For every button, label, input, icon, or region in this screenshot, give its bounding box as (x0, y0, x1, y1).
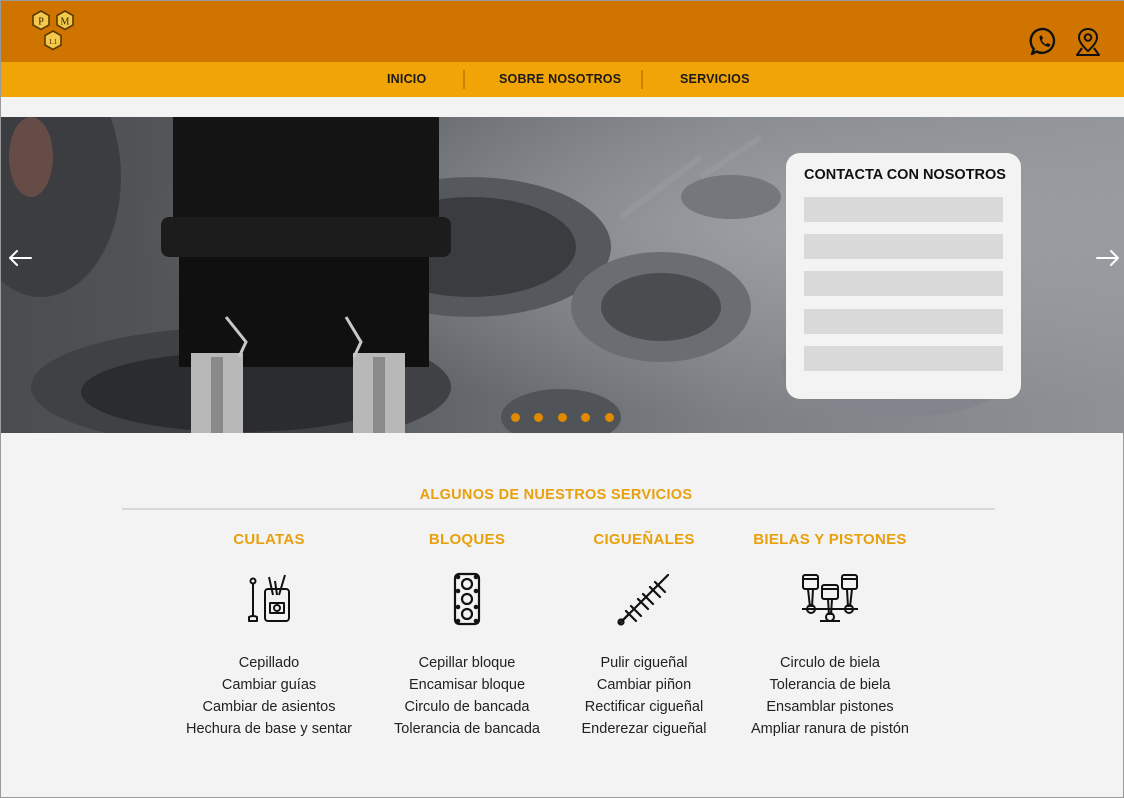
nav-divider (641, 70, 643, 89)
list-item: Tolerancia de bancada (394, 721, 540, 737)
logo-number: 1.1 (49, 38, 58, 46)
service-column-bielas-pistones: BIELAS Y PISTONES Circulo de biela Toler… (730, 531, 930, 740)
contact-field-1[interactable] (804, 197, 1003, 222)
list-item: Cambiar guías (221, 677, 317, 693)
nav-item-sobre-nosotros[interactable]: SOBRE NOSOTROS (499, 62, 621, 97)
contact-form-card: CONTACTA CON NOSOTROS (786, 153, 1021, 399)
contact-form-title: CONTACTA CON NOSOTROS (804, 167, 1006, 183)
service-column-culatas: CULATAS Cepillado Cambiar guías Cambiar … (169, 531, 369, 740)
nav-spacer (1, 97, 1124, 117)
list-item: Circulo de bancada (404, 699, 530, 715)
service-list: Cepillado Cambiar guías Cambiar de asien… (169, 652, 369, 740)
carousel-dot[interactable] (558, 413, 567, 422)
hero-carousel[interactable]: CONTACTA CON NOSOTROS (1, 117, 1124, 433)
list-item: Rectificar cigueñal (584, 699, 704, 715)
list-item: Cepillado (238, 655, 300, 671)
service-column-ciguenales: CIGUEÑALES Pulir cigueñal Cambiar piñon … (544, 531, 744, 740)
list-item: Cepillar bloque (418, 655, 516, 671)
top-header-bar: P M 1.1 (1, 1, 1124, 62)
list-item: Enderezar cigueñal (581, 721, 707, 737)
engine-block-icon (453, 572, 481, 626)
service-list: Circulo de biela Tolerancia de biela Ens… (730, 652, 930, 740)
list-item: Ensamblar pistones (766, 699, 894, 715)
logo-letter-m: M (61, 17, 70, 28)
list-item: Cambiar piñon (596, 677, 692, 693)
contact-field-3[interactable] (804, 271, 1003, 296)
nav-divider (463, 70, 465, 89)
list-item: Encamisar bloque (408, 677, 526, 693)
list-item: Pulir cigueñal (600, 655, 688, 671)
list-item: Ampliar ranura de pistón (751, 721, 909, 737)
nav-item-inicio[interactable]: INICIO (387, 62, 426, 97)
contact-field-4[interactable] (804, 309, 1003, 334)
list-item: Circulo de biela (780, 655, 880, 671)
service-column-bloques: BLOQUES Cepillar bloque Encamisar bloque… (367, 531, 567, 740)
contact-field-5[interactable] (804, 346, 1003, 371)
service-list: Cepillar bloque Encamisar bloque Circulo… (367, 652, 567, 740)
service-list: Pulir cigueñal Cambiar piñon Rectificar … (544, 652, 744, 740)
whatsapp-icon[interactable] (1029, 26, 1059, 58)
service-title: CIGUEÑALES (593, 531, 695, 548)
contact-field-2[interactable] (804, 234, 1003, 259)
logo-icon[interactable]: P M 1.1 (27, 9, 81, 55)
location-pin-icon[interactable] (1073, 26, 1103, 58)
arrow-left-icon[interactable] (5, 247, 35, 269)
service-title: CULATAS (233, 531, 305, 548)
carousel-dot[interactable] (534, 413, 543, 422)
carousel-dot[interactable] (605, 413, 614, 422)
list-item: Tolerancia de biela (769, 677, 891, 693)
services-divider (122, 508, 995, 510)
list-item: Cambiar de asientos (202, 699, 336, 715)
services-section-title: ALGUNOS DE NUESTROS SERVICIOS (419, 487, 693, 503)
cylinder-head-icon (248, 574, 290, 622)
service-title: BIELAS Y PISTONES (753, 531, 907, 548)
list-item: Hechura de base y sentar (185, 721, 353, 737)
logo-letter-p: P (38, 17, 44, 28)
pistons-icon (802, 574, 858, 622)
service-title: BLOQUES (428, 531, 506, 548)
arrow-right-icon[interactable] (1093, 247, 1123, 269)
main-nav: INICIO SOBRE NOSOTROS SERVICIOS (1, 62, 1124, 97)
carousel-dot[interactable] (581, 413, 590, 422)
carousel-dot[interactable] (511, 413, 520, 422)
crankshaft-icon (617, 573, 670, 626)
nav-item-servicios[interactable]: SERVICIOS (680, 62, 750, 97)
